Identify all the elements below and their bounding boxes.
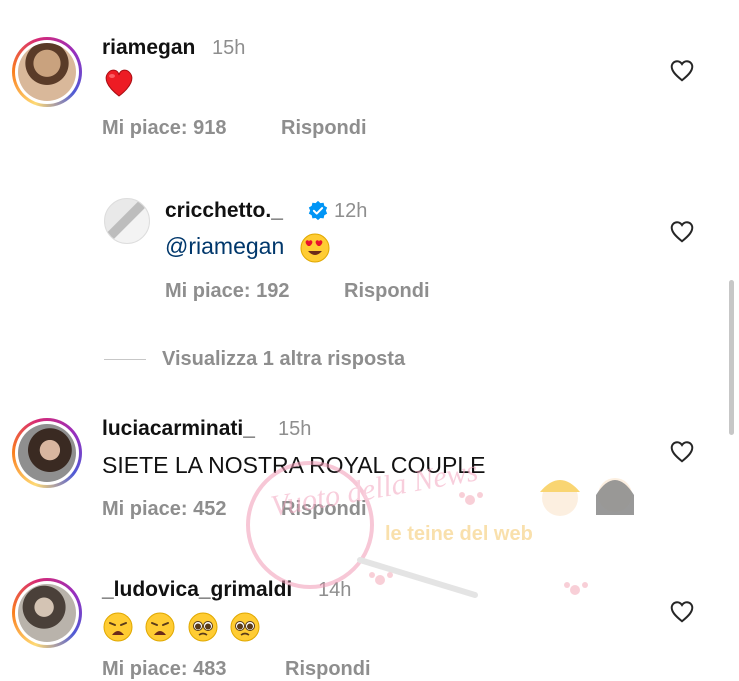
watermark-text-2: le teine del web <box>385 523 533 545</box>
heart-eyes-emoji <box>300 233 330 263</box>
paw-print-icon <box>369 492 588 595</box>
like-heart-icon[interactable] <box>669 219 695 245</box>
like-heart-icon[interactable] <box>669 599 695 625</box>
comment-time: 14h <box>318 579 352 601</box>
comment-text: SIETE LA NOSTRA ROYAL COUPLE <box>102 452 486 478</box>
comment-time: 12h <box>334 200 368 222</box>
reply-button[interactable]: Rispondi <box>285 658 371 681</box>
avatar[interactable] <box>12 578 82 648</box>
reply-button[interactable]: Rispondi <box>344 280 430 303</box>
cartoon-girl-icon <box>540 478 634 516</box>
avatar[interactable] <box>104 198 150 244</box>
comment-username[interactable]: _ludovica_grimaldi <box>102 578 292 602</box>
avatar[interactable] <box>12 418 82 488</box>
comment-time: 15h <box>212 37 246 59</box>
scrollbar[interactable] <box>729 280 734 435</box>
comment-username[interactable]: luciacarminati_ <box>102 417 255 441</box>
weary-face-emoji <box>145 612 175 642</box>
pleading-face-emoji <box>188 612 218 642</box>
reply-button[interactable]: Rispondi <box>281 117 367 140</box>
red-heart-emoji <box>105 69 133 97</box>
likes-count[interactable]: Mi piace: 192 <box>165 280 290 303</box>
avatar[interactable] <box>12 37 82 107</box>
view-replies-label[interactable]: Visualizza 1 altra risposta <box>162 348 405 371</box>
likes-count[interactable]: Mi piace: 452 <box>102 498 227 521</box>
comment-username[interactable]: riamegan <box>102 36 195 60</box>
comment-text: @riamegan <box>165 232 335 264</box>
comment-text <box>102 66 140 100</box>
comment-username[interactable]: cricchetto._ <box>165 199 283 223</box>
likes-count[interactable]: Mi piace: 483 <box>102 658 227 681</box>
likes-count[interactable]: Mi piace: 918 <box>102 117 227 140</box>
reply-divider-line <box>104 359 146 360</box>
mention-link[interactable]: @riamegan <box>165 233 284 259</box>
comment-time: 15h <box>278 418 312 440</box>
comment-text <box>102 611 265 643</box>
like-heart-icon[interactable] <box>669 439 695 465</box>
reply-button[interactable]: Rispondi <box>281 498 367 521</box>
weary-face-emoji <box>103 612 133 642</box>
like-heart-icon[interactable] <box>669 58 695 84</box>
verified-badge-icon <box>308 200 328 221</box>
pleading-face-emoji <box>230 612 260 642</box>
